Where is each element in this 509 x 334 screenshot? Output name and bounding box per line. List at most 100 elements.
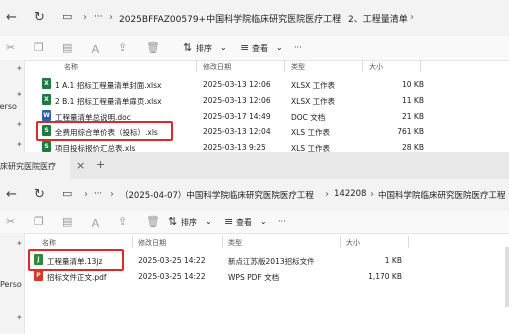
breadcrumb-more[interactable]: ··· [94, 12, 103, 22]
sort-button[interactable]: 排序 [181, 217, 197, 228]
pin-icon: ✦ [16, 313, 23, 322]
address-bar: ← ↻ ▭ › ··· › （2025-04-07）中国科学院临床研究医院医疗工… [0, 179, 509, 211]
breadcrumb-more[interactable]: ··· [94, 189, 102, 199]
file-type: XLSX 工作表 [291, 81, 336, 90]
command-bar: ✂ ❐ ▤ Ａ ⇪ 🗑 ⇅ 排序 ⌄ ≡ 查看 ⌄ ··· [0, 36, 509, 61]
column-header-name[interactable]: 名称 [64, 62, 78, 72]
chevron-right-icon: › [83, 12, 87, 23]
xls-icon: S [42, 125, 51, 136]
chevron-right-icon: › [84, 189, 88, 200]
file-date: 2025-03-17 14:49 [203, 112, 271, 121]
scrollbar[interactable] [505, 247, 509, 307]
cut-icon[interactable]: ✂ [6, 215, 15, 228]
copy-icon[interactable]: ❐ [34, 41, 44, 54]
pin-icon: ✦ [16, 90, 23, 99]
file-date: 2025-03-25 14:22 [138, 272, 206, 281]
column-header-modified[interactable]: 修改日期 [138, 238, 166, 248]
breadcrumb-item[interactable]: 2025BFFAZ00579+中国科学院临床研究医院医疗工程 [119, 12, 341, 25]
file-type: DOC 文档 [291, 113, 326, 122]
pdf-icon: P [34, 270, 43, 281]
file-date: 2025-03-25 14:22 [138, 256, 206, 265]
file-size: 1,170 KB [368, 272, 402, 281]
column-header-name[interactable]: 名称 [42, 238, 56, 248]
chevron-right-icon: › [110, 189, 114, 200]
file-date: 2025-03-13 12:06 [203, 80, 271, 89]
sort-icon[interactable]: ⇅ [183, 41, 192, 54]
pin-icon: ✦ [16, 239, 23, 248]
column-divider [408, 236, 409, 248]
pin-icon: ✦ [16, 140, 23, 149]
file-name[interactable]: 工程量清单.13jz [47, 256, 102, 267]
column-divider [340, 236, 341, 248]
sort-icon[interactable]: ⇅ [168, 215, 177, 228]
view-icon[interactable]: ≡ [224, 215, 233, 228]
pane-divider [24, 233, 25, 334]
file-size: 761 KB [397, 127, 424, 136]
file-name[interactable]: 全费用综合单价表（投标）.xls [55, 127, 158, 138]
chevron-down-icon: ⌄ [205, 217, 212, 226]
chevron-right-icon: › [109, 12, 113, 23]
explorer-window-2: 床研究医院医疗 × + ← ↻ ▭ › ··· › （2025-04-07）中国… [0, 152, 509, 334]
column-header-size[interactable]: 大小 [369, 62, 383, 72]
back-arrow-icon[interactable]: ← [6, 187, 17, 202]
more-options-button[interactable]: ··· [294, 43, 302, 52]
chevron-down-icon: ⌄ [260, 217, 267, 226]
column-header-type[interactable]: 类型 [291, 62, 305, 72]
column-header-modified[interactable]: 修改日期 [203, 62, 231, 72]
nav-item-label[interactable]: Perso [0, 280, 22, 289]
doc-icon: W [42, 110, 51, 121]
chevron-right-icon: › [410, 12, 414, 23]
close-tab-icon[interactable]: × [76, 159, 85, 172]
share-icon[interactable]: ⇪ [118, 41, 127, 54]
column-header-type[interactable]: 类型 [228, 238, 242, 248]
paste-icon[interactable]: ▤ [62, 41, 72, 54]
address-bar: ← ↻ ▭ › ··· › 2025BFFAZ00579+中国科学院临床研究医院… [0, 0, 509, 36]
sort-button[interactable]: 排序 [196, 43, 212, 54]
file-date: 2025-03-13 9:25 [203, 143, 266, 152]
file-name[interactable]: 招标文件正文.pdf [47, 272, 107, 283]
chevron-right-icon: › [325, 189, 329, 200]
computer-icon[interactable]: ▭ [62, 187, 72, 200]
xls-icon: S [42, 141, 51, 152]
breadcrumb-item[interactable]: （2025-04-07）中国科学院临床研究医院医疗工程 [120, 189, 314, 201]
delete-icon[interactable]: 🗑 [146, 41, 160, 54]
pin-icon: ✦ [16, 64, 23, 73]
cut-icon[interactable]: ✂ [6, 41, 15, 54]
view-button[interactable]: 查看 [236, 217, 252, 228]
paste-icon[interactable]: ▤ [62, 215, 72, 228]
file-size: 11 KB [402, 96, 424, 105]
refresh-icon[interactable]: ↻ [34, 10, 45, 25]
rename-icon[interactable]: Ａ [90, 41, 101, 57]
column-divider [132, 236, 133, 248]
breadcrumb-item[interactable]: 中国科学院临床研究医院医疗工程 [378, 189, 506, 201]
xlsx-icon: X [42, 94, 51, 105]
breadcrumb-item[interactable]: 142208 [334, 189, 366, 199]
copy-icon[interactable]: ❐ [34, 215, 44, 228]
navigation-pane: ✦ Perso ✦ [0, 233, 24, 334]
tab-active[interactable]: 床研究医院医疗 [0, 152, 70, 179]
file-type: XLS 工作表 [291, 144, 330, 152]
nav-item-label[interactable]: · Perso [0, 102, 17, 111]
chevron-down-icon: ⌄ [220, 43, 227, 52]
file-type: WPS PDF 文档 [228, 273, 280, 282]
file-type: XLS 工作表 [291, 128, 330, 137]
column-header-size[interactable]: 大小 [346, 238, 360, 248]
breadcrumb-item[interactable]: 2、工程量清单 [348, 12, 408, 25]
back-arrow-icon[interactable]: ← [6, 10, 17, 25]
file-size: 21 KB [402, 112, 424, 121]
navigation-pane: ✦ · Perso ✦ ✦ ✦ [0, 60, 24, 152]
file-name[interactable]: 项目投标报价汇总表.xls [55, 143, 135, 152]
file-name[interactable]: 2 B.1 招标工程量清单扉页.xlsx [55, 96, 162, 107]
share-icon[interactable]: ⇪ [118, 215, 127, 228]
delete-icon[interactable]: 🗑 [146, 215, 160, 228]
more-options-button[interactable]: ··· [278, 217, 286, 226]
refresh-icon[interactable]: ↻ [34, 187, 45, 202]
computer-icon[interactable]: ▭ [62, 10, 72, 23]
view-button[interactable]: 查看 [252, 43, 268, 54]
view-icon[interactable]: ≡ [240, 41, 249, 54]
file-date: 2025-03-13 12:06 [203, 96, 271, 105]
rename-icon[interactable]: Ａ [90, 215, 101, 231]
new-tab-icon[interactable]: + [96, 158, 105, 171]
file-type: 新点江苏版2013招标文件 [228, 257, 315, 266]
file-name[interactable]: 1 A.1 招标工程量清单封面.xlsx [55, 80, 161, 91]
